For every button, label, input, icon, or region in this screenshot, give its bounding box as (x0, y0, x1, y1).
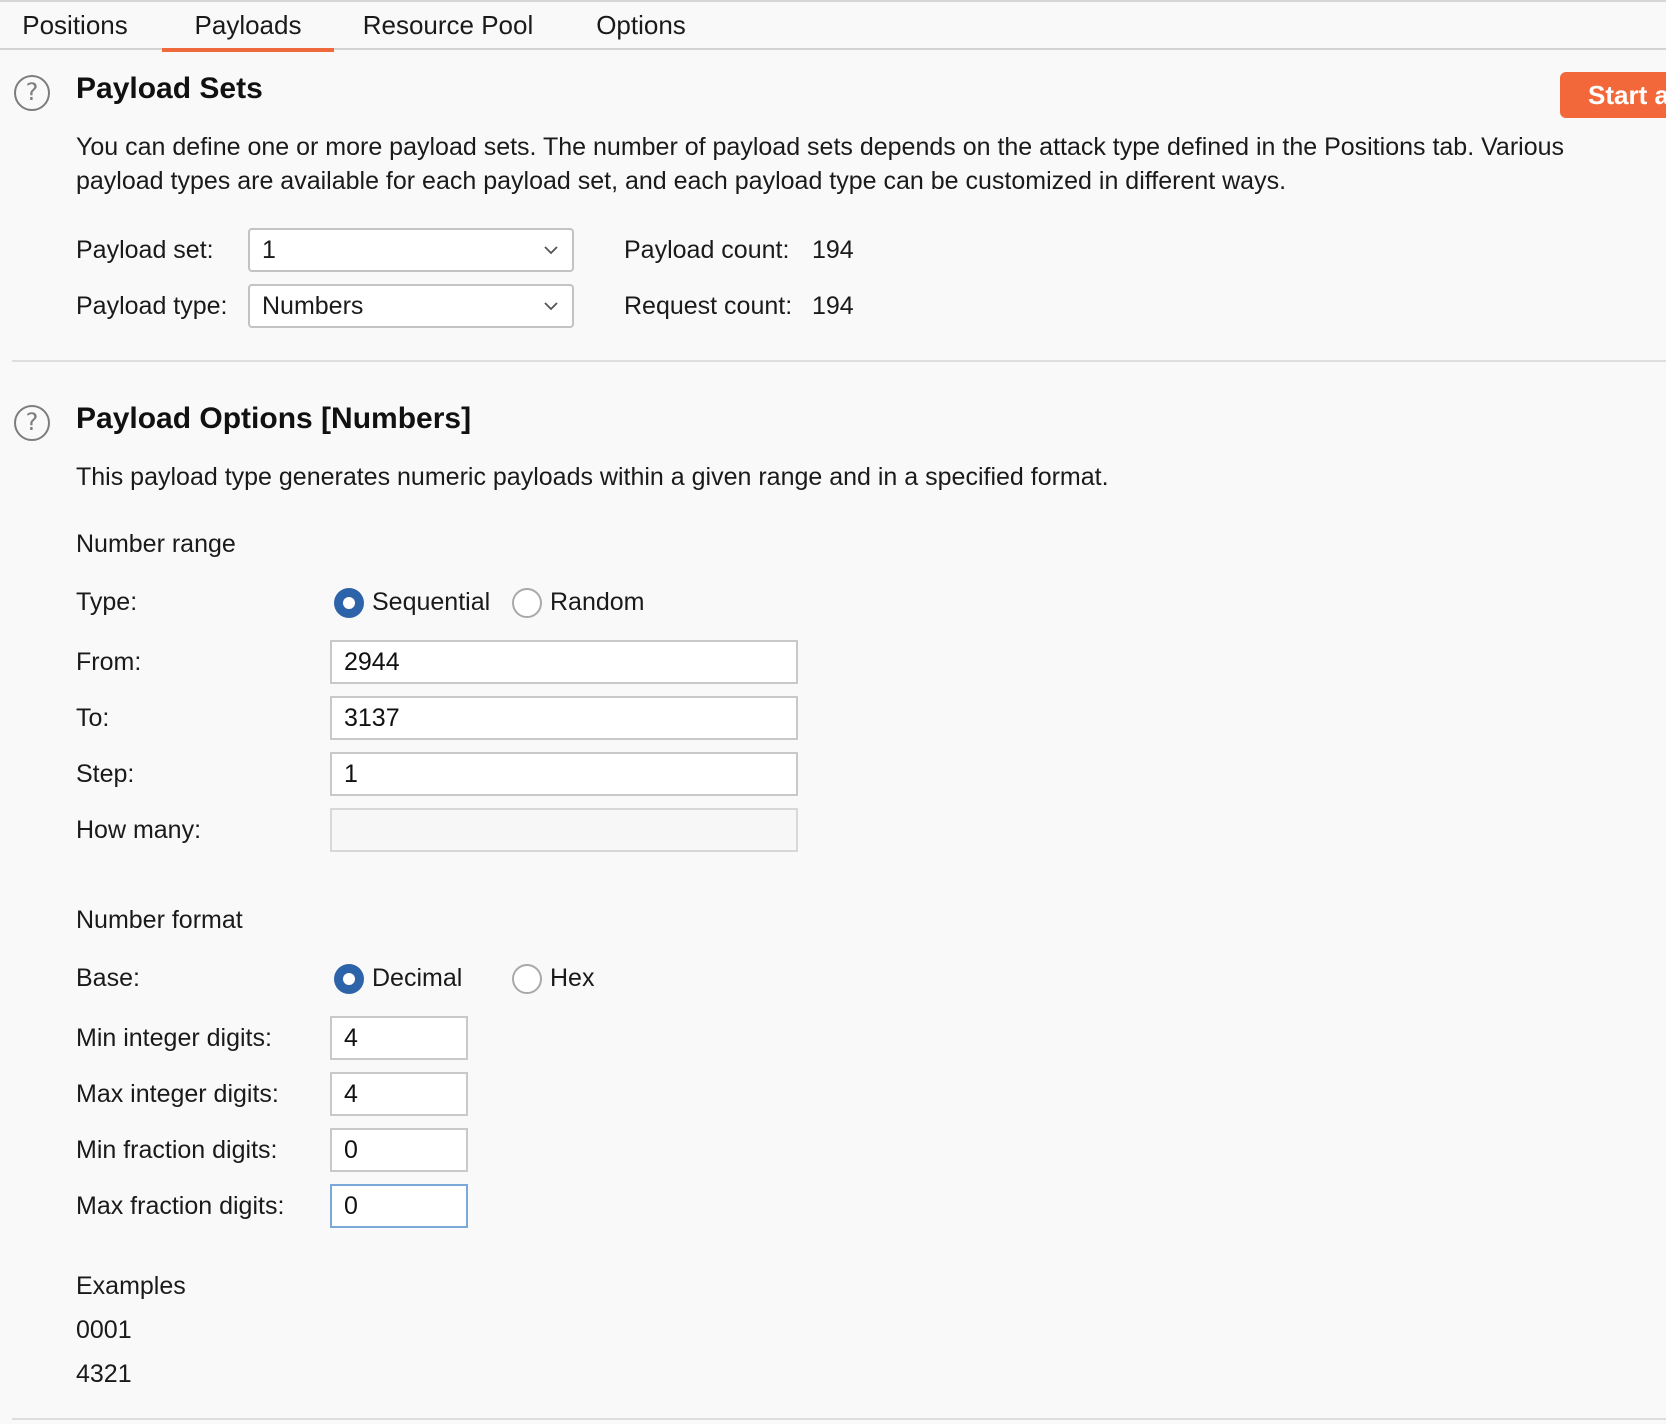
payload-options-title: Payload Options [Numbers] (76, 402, 472, 435)
intruder-payloads-page: Positions Payloads Resource Pool Options… (0, 0, 1666, 1424)
min-integer-digits-label: Min integer digits: (76, 1024, 272, 1052)
sequential-label[interactable]: Sequential (372, 588, 490, 617)
payload-type-select[interactable]: Numbers (248, 284, 574, 328)
payload-sets-title: Payload Sets (76, 72, 263, 105)
how-many-label: How many: (76, 816, 202, 844)
example-value: 4321 (76, 1360, 132, 1388)
tab-bar: Positions Payloads Resource Pool Options (0, 0, 1666, 52)
tab-positions[interactable]: Positions (0, 2, 150, 50)
payload-type-label: Payload type: (76, 292, 228, 320)
max-integer-digits-input[interactable]: 4 (330, 1072, 468, 1116)
max-fraction-digits-input[interactable]: 0 (330, 1184, 468, 1228)
chevron-down-icon (544, 302, 558, 311)
request-count-label: Request count: (624, 292, 793, 320)
base-label: Base: (76, 964, 140, 992)
step-label: Step: (76, 760, 135, 788)
payload-sets-description-line1: You can define one or more payload sets.… (76, 133, 1565, 161)
number-range-heading: Number range (76, 530, 236, 558)
tab-resource-pool[interactable]: Resource Pool (352, 2, 544, 50)
max-fraction-digits-label: Max fraction digits: (76, 1192, 285, 1220)
how-many-input[interactable] (330, 808, 798, 852)
request-count-value: 194 (812, 292, 854, 320)
help-icon[interactable]: ? (14, 75, 50, 111)
payload-count-label: Payload count: (624, 236, 790, 264)
type-label: Type: (76, 588, 138, 616)
random-label[interactable]: Random (550, 588, 645, 617)
step-input[interactable]: 1 (330, 752, 798, 796)
help-icon[interactable]: ? (14, 405, 50, 441)
max-integer-digits-label: Max integer digits: (76, 1080, 279, 1108)
section-divider (12, 360, 1666, 362)
number-format-heading: Number format (76, 906, 243, 934)
payload-set-select[interactable]: 1 (248, 228, 574, 272)
examples-heading: Examples (76, 1272, 186, 1300)
payload-set-value: 1 (262, 236, 276, 264)
min-integer-digits-input[interactable]: 4 (330, 1016, 468, 1060)
tab-options[interactable]: Options (578, 2, 704, 50)
random-radio[interactable] (512, 588, 542, 618)
to-label: To: (76, 704, 110, 732)
payload-set-label: Payload set: (76, 236, 214, 264)
min-fraction-digits-input[interactable]: 0 (330, 1128, 468, 1172)
from-input[interactable]: 2944 (330, 640, 798, 684)
hex-label[interactable]: Hex (550, 964, 594, 993)
sequential-radio[interactable] (334, 588, 364, 618)
from-label: From: (76, 648, 142, 676)
payload-count-value: 194 (812, 236, 854, 264)
start-attack-button[interactable]: Start attack (1560, 72, 1666, 118)
example-value: 0001 (76, 1316, 132, 1344)
to-input[interactable]: 3137 (330, 696, 798, 740)
tab-payloads[interactable]: Payloads (162, 2, 334, 52)
payload-sets-description-line2: payload types are available for each pay… (76, 167, 1287, 195)
payload-options-description: This payload type generates numeric payl… (76, 463, 1109, 491)
min-fraction-digits-label: Min fraction digits: (76, 1136, 278, 1164)
decimal-label[interactable]: Decimal (372, 964, 462, 993)
decimal-radio[interactable] (334, 964, 364, 994)
payload-type-value: Numbers (262, 292, 364, 320)
section-divider (12, 1418, 1666, 1420)
hex-radio[interactable] (512, 964, 542, 994)
chevron-down-icon (544, 246, 558, 255)
